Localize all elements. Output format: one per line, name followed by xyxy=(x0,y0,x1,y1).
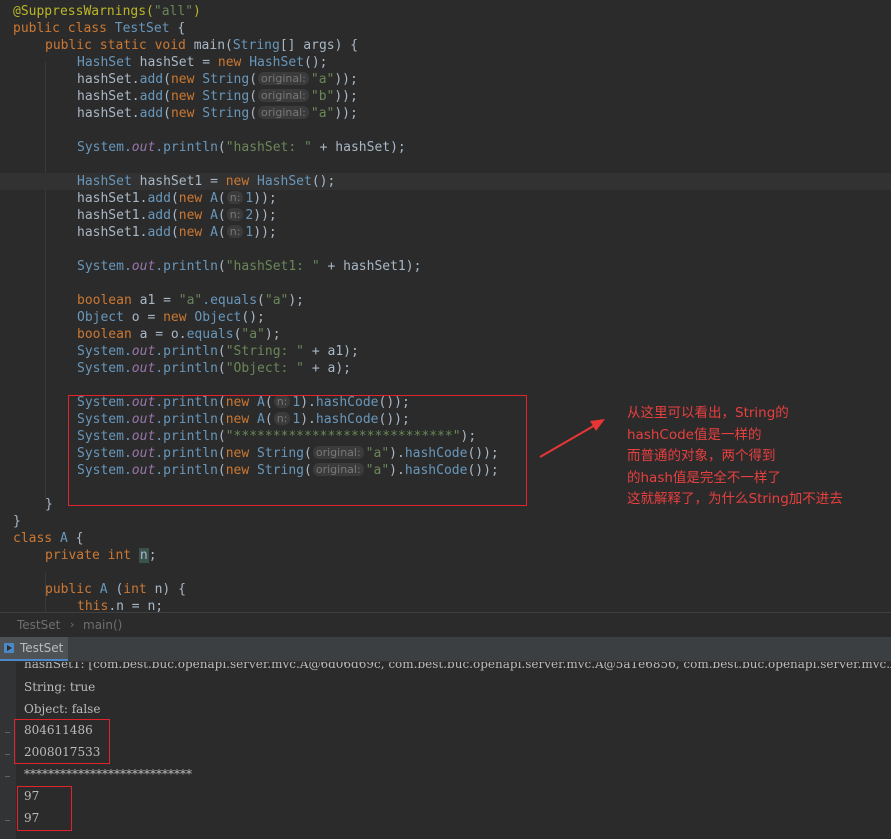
console-highlight-box-hashcodes xyxy=(14,719,110,764)
console-output[interactable]: hashSet1: [com.best.buc.openapi.server.m… xyxy=(0,662,891,839)
code-editor[interactable]: @SuppressWarnings("all") public class Tes… xyxy=(0,0,891,612)
console-line: String: true xyxy=(24,680,96,694)
annotation-line: 的hash值是完全不一样了 xyxy=(627,469,781,486)
console-highlight-box-string-hashes xyxy=(17,786,72,831)
breadcrumb-item-class[interactable]: TestSet xyxy=(17,613,60,637)
console-line: **************************** xyxy=(24,767,192,781)
annotation-line: 而普通的对象，两个得到 xyxy=(627,448,776,464)
breadcrumb-separator: › xyxy=(70,618,75,631)
annotation-note: 从这里可以看出，String的 hashCode值是一样的 而普通的对象，两个得… xyxy=(627,403,891,511)
annotation-line: 从这里可以看出，String的 xyxy=(627,405,789,421)
run-tab-label: TestSet xyxy=(20,641,64,655)
run-config-icon xyxy=(4,643,14,653)
console-line: hashSet1: [com.best.buc.openapi.server.m… xyxy=(24,662,891,671)
breadcrumb-item-method[interactable]: main() xyxy=(83,613,122,637)
run-tool-window-tabs: TestSet xyxy=(0,637,891,662)
run-tab-testset[interactable]: TestSet xyxy=(0,637,68,661)
annotation-line: 这就解释了，为什么String加不进去 xyxy=(627,491,843,507)
annotation-line: hashCode值是一样的 xyxy=(627,426,762,443)
annotation-arrow-icon xyxy=(539,419,605,458)
console-line: Object: false xyxy=(24,702,101,716)
breadcrumb: TestSet › main() xyxy=(0,613,891,637)
